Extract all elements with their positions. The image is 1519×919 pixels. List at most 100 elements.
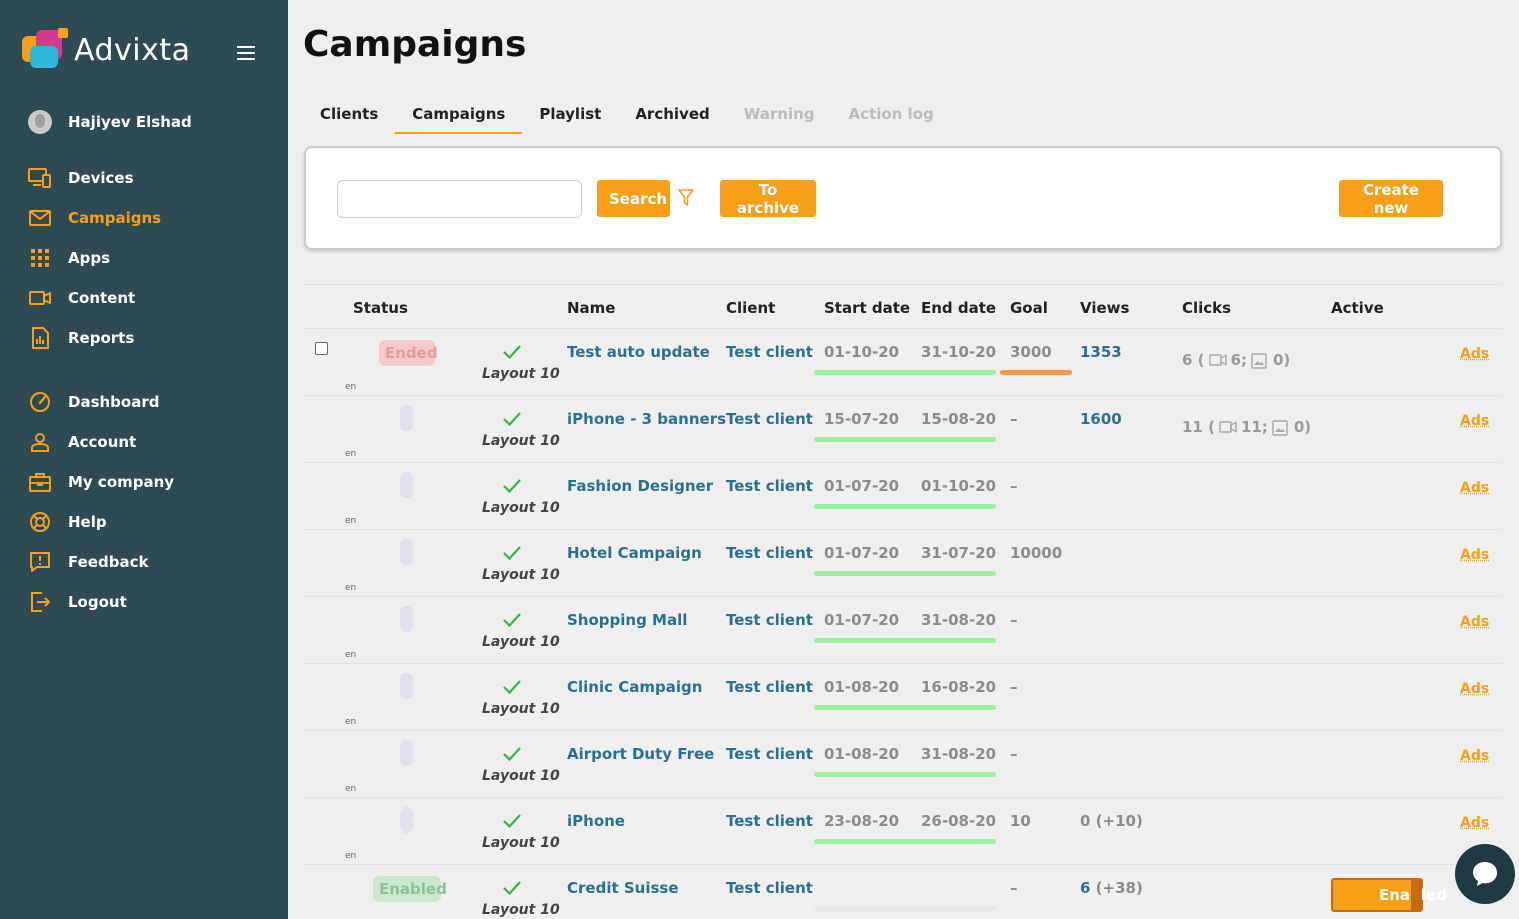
table-row[interactable]: Enabled Layout 10 Credit Suisse Test client…	[304, 865, 1502, 919]
active-toggle[interactable]: Enabled	[1331, 878, 1447, 912]
language-code: en	[345, 516, 357, 526]
views-value: 1600	[1080, 410, 1122, 428]
header-status[interactable]: Status	[353, 299, 408, 317]
ads-link[interactable]: Ads	[1460, 748, 1489, 764]
ads-link[interactable]: Ads	[1460, 480, 1489, 496]
client-link[interactable]: Test client	[726, 745, 813, 763]
nav-divider	[28, 358, 268, 382]
start-date: 01-08-20	[824, 745, 900, 763]
client-link[interactable]: Test client	[726, 343, 813, 361]
sidebar-item-my-company[interactable]: My company	[28, 462, 268, 502]
table-row[interactable]: en Layout 10 Clinic Campaign Test client 01-…	[304, 664, 1502, 731]
tab-action-log[interactable]: Action log	[832, 96, 951, 134]
sidebar-item-content[interactable]: Content	[28, 278, 268, 318]
header-active[interactable]: Active	[1331, 299, 1384, 317]
image-icon	[1251, 353, 1269, 369]
table-row[interactable]: en Layout 10 iPhone Test client 23-08-20 26-0…	[304, 798, 1502, 865]
views-progress-bar	[1074, 504, 1168, 509]
sidebar-item-reports[interactable]: Reports	[28, 318, 268, 358]
tab-campaigns[interactable]: Campaigns	[395, 96, 523, 134]
sidebar: Advixta Hajiyev Elshad Devices Campaigns A…	[0, 0, 288, 919]
table-row[interactable]: en Layout 10 iPhone - 3 banners Test client…	[304, 396, 1502, 463]
tab-clients[interactable]: Clients	[303, 96, 395, 134]
header-views[interactable]: Views	[1080, 299, 1129, 317]
campaign-name-link[interactable]: Credit Suisse	[567, 879, 679, 897]
client-link[interactable]: Test client	[726, 879, 813, 897]
client-link[interactable]: Test client	[726, 678, 813, 696]
sidebar-item-account[interactable]: Account	[28, 422, 268, 462]
logo-mark-icon	[22, 28, 72, 72]
language-code: en	[345, 583, 357, 593]
table-row[interactable]: en Ended Layout 10 Test auto update Test cli…	[304, 329, 1502, 396]
ads-link[interactable]: Ads	[1460, 614, 1489, 630]
ads-link[interactable]: Ads	[1460, 413, 1489, 429]
row-checkbox[interactable]	[315, 342, 328, 355]
ads-link[interactable]: Ads	[1460, 681, 1489, 697]
table-row[interactable]: en Layout 10 Shopping Mall Test client 01-07…	[304, 597, 1502, 664]
sidebar-item-campaigns[interactable]: Campaigns	[28, 198, 268, 238]
sidebar-item-devices[interactable]: Devices	[28, 158, 268, 198]
sidebar-item-apps[interactable]: Apps	[28, 238, 268, 278]
end-date: 26-08-20	[921, 812, 997, 830]
date-progress-bar	[814, 370, 996, 375]
user-profile[interactable]: Hajiyev Elshad	[28, 110, 192, 134]
table-row[interactable]: en Layout 10 Hotel Campaign Test client 01-0…	[304, 530, 1502, 597]
client-link[interactable]: Test client	[726, 611, 813, 629]
sidebar-item-label: Apps	[68, 249, 111, 267]
campaign-name-link[interactable]: Clinic Campaign	[567, 678, 702, 696]
goal-value: 3000	[1010, 343, 1052, 361]
tab-archived[interactable]: Archived	[618, 96, 726, 134]
sidebar-item-logout[interactable]: Logout	[28, 582, 268, 622]
chat-bubble-icon	[1473, 862, 1497, 886]
client-link[interactable]: Test client	[726, 812, 813, 830]
client-link[interactable]: Test client	[726, 477, 813, 495]
start-date: 01-07-20	[824, 611, 900, 629]
header-goal[interactable]: Goal	[1010, 299, 1048, 317]
app-logo[interactable]: Advixta	[22, 28, 191, 72]
table-row[interactable]: en Layout 10 Airport Duty Free Test client 0…	[304, 731, 1502, 798]
goal-value: –	[1010, 678, 1018, 696]
ads-link[interactable]: Ads	[1460, 547, 1489, 563]
search-button[interactable]: Search	[597, 180, 670, 217]
campaign-name-link[interactable]: Shopping Mall	[567, 611, 687, 629]
campaign-name-link[interactable]: iPhone - 3 banners	[567, 410, 726, 428]
sidebar-item-help[interactable]: Help	[28, 502, 268, 542]
table-header: Status Name Client Start date End date G…	[304, 284, 1502, 329]
views-delta: (+10)	[1095, 812, 1143, 830]
views-progress-bar	[1074, 772, 1168, 777]
client-link[interactable]: Test client	[726, 544, 813, 562]
chat-widget-button[interactable]	[1455, 844, 1515, 904]
table-row[interactable]: en Layout 10 Fashion Designer Test client 01…	[304, 463, 1502, 530]
language-code: en	[345, 382, 357, 392]
campaign-name-link[interactable]: iPhone	[567, 812, 625, 830]
header-end-date[interactable]: End date	[921, 299, 996, 317]
sidebar-item-label: Dashboard	[68, 393, 160, 411]
filter-icon[interactable]	[678, 189, 694, 207]
client-link[interactable]: Test client	[726, 410, 813, 428]
sidebar-item-dashboard[interactable]: Dashboard	[28, 382, 268, 422]
tab-warning[interactable]: Warning	[727, 96, 832, 134]
header-client[interactable]: Client	[726, 299, 775, 317]
search-input[interactable]	[337, 180, 582, 218]
sidebar-item-feedback[interactable]: Feedback	[28, 542, 268, 582]
layout-label: Layout 10	[482, 701, 560, 717]
checkmark-icon	[502, 343, 522, 361]
header-start-date[interactable]: Start date	[824, 299, 910, 317]
header-name[interactable]: Name	[567, 299, 615, 317]
campaign-name-link[interactable]: Test auto update	[567, 343, 710, 361]
status-indicator	[400, 673, 413, 699]
start-date: 01-07-20	[824, 544, 900, 562]
menu-toggle-icon[interactable]	[237, 46, 255, 60]
goal-progress-bar	[1000, 370, 1072, 375]
campaign-name-link[interactable]: Hotel Campaign	[567, 544, 702, 562]
campaign-name-link[interactable]: Airport Duty Free	[567, 745, 714, 763]
campaign-name-link[interactable]: Fashion Designer	[567, 477, 713, 495]
ads-link[interactable]: Ads	[1460, 815, 1489, 831]
to-archive-button[interactable]: To archive	[720, 180, 816, 217]
ads-link[interactable]: Ads	[1460, 346, 1489, 362]
create-new-button[interactable]: Create new	[1339, 180, 1443, 217]
sidebar-item-label: My company	[68, 473, 175, 491]
header-clicks[interactable]: Clicks	[1182, 299, 1231, 317]
tab-playlist[interactable]: Playlist	[522, 96, 618, 134]
end-date: 15-08-20	[921, 410, 997, 428]
